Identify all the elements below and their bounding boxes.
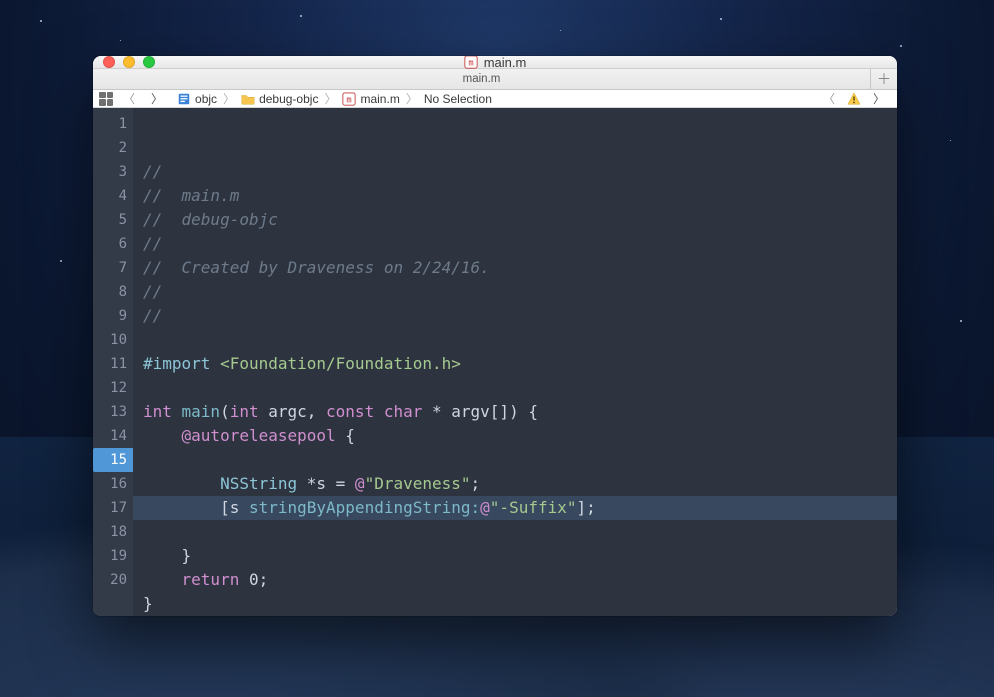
- warning-icon[interactable]: [847, 92, 861, 106]
- line-number[interactable]: 11: [93, 352, 127, 376]
- code-line[interactable]: [143, 328, 897, 352]
- crumb-file[interactable]: m main.m: [338, 92, 403, 106]
- code-line[interactable]: //: [143, 232, 897, 256]
- window-title-text: main.m: [484, 56, 527, 70]
- line-number[interactable]: 13: [93, 400, 127, 424]
- line-number[interactable]: 10: [93, 328, 127, 352]
- crumb-selection[interactable]: No Selection: [420, 92, 496, 106]
- line-number[interactable]: 17: [93, 496, 127, 520]
- line-number[interactable]: 9: [93, 304, 127, 328]
- titlebar[interactable]: m main.m: [93, 56, 897, 69]
- related-items-button[interactable]: [99, 92, 113, 106]
- code-line[interactable]: //: [143, 304, 897, 328]
- jump-bar: 〈 〉 objc 〉 debug-objc 〉 m main.m 〉: [93, 90, 897, 108]
- line-number[interactable]: 7: [93, 256, 127, 280]
- code-line[interactable]: NSString *s = @"Draveness";: [143, 472, 897, 496]
- line-number[interactable]: 5: [93, 208, 127, 232]
- code-line[interactable]: [143, 520, 897, 544]
- line-number-gutter[interactable]: 1234567891011121314151617181920: [93, 108, 133, 616]
- code-line[interactable]: // debug-objc: [143, 208, 897, 232]
- svg-text:m: m: [347, 95, 352, 105]
- code-line[interactable]: int main(int argc, const char * argv[]) …: [143, 400, 897, 424]
- history-back-button[interactable]: 〈: [117, 90, 141, 107]
- crumb-label: objc: [195, 92, 217, 106]
- m-file-icon: m: [342, 92, 356, 106]
- crumb-label: No Selection: [424, 92, 492, 106]
- line-number[interactable]: 2: [93, 136, 127, 160]
- crumb-label: main.m: [360, 92, 399, 106]
- code-line[interactable]: [s stringByAppendingString:@"-Suffix"];: [133, 496, 897, 520]
- line-number[interactable]: 20: [93, 568, 127, 592]
- breadcrumb: objc 〉 debug-objc 〉 m main.m 〉 No Select…: [173, 90, 496, 107]
- code-line[interactable]: //: [143, 160, 897, 184]
- code-line[interactable]: @autoreleasepool {: [143, 424, 897, 448]
- project-icon: [177, 92, 191, 106]
- code-line[interactable]: // Created by Draveness on 2/24/16.: [143, 256, 897, 280]
- plus-icon: ＋: [877, 69, 891, 89]
- tab-main-m[interactable]: main.m: [93, 69, 871, 89]
- crumb-separator-icon: 〉: [322, 90, 338, 107]
- line-number[interactable]: 3: [93, 160, 127, 184]
- line-number[interactable]: 4: [93, 184, 127, 208]
- code-line[interactable]: // main.m: [143, 184, 897, 208]
- issue-back-button[interactable]: 〈: [817, 90, 841, 107]
- line-number[interactable]: 15: [93, 448, 133, 472]
- code-line[interactable]: [143, 448, 897, 472]
- code-line[interactable]: return 0;: [143, 568, 897, 592]
- code-line[interactable]: }: [143, 592, 897, 616]
- new-tab-button[interactable]: ＋: [871, 69, 897, 89]
- history-forward-button[interactable]: 〉: [145, 90, 169, 107]
- line-number[interactable]: 14: [93, 424, 127, 448]
- line-number[interactable]: 19: [93, 544, 127, 568]
- tab-label: main.m: [463, 73, 501, 85]
- crumb-label: debug-objc: [259, 92, 318, 106]
- line-number[interactable]: 8: [93, 280, 127, 304]
- tab-bar: main.m ＋: [93, 69, 897, 90]
- code-editor[interactable]: 1234567891011121314151617181920 //// mai…: [93, 108, 897, 616]
- code-line[interactable]: [143, 376, 897, 400]
- svg-text:m: m: [468, 59, 473, 69]
- folder-icon: [241, 92, 255, 106]
- line-number[interactable]: 12: [93, 376, 127, 400]
- line-number[interactable]: 1: [93, 112, 127, 136]
- line-number[interactable]: 18: [93, 520, 127, 544]
- crumb-project[interactable]: objc: [173, 92, 221, 106]
- code-area[interactable]: //// main.m// debug-objc//// Created by …: [133, 108, 897, 616]
- issue-forward-button[interactable]: 〉: [867, 90, 891, 107]
- m-file-icon: m: [464, 56, 478, 69]
- code-line[interactable]: #import <Foundation/Foundation.h>: [143, 352, 897, 376]
- code-line[interactable]: //: [143, 280, 897, 304]
- editor-window: m main.m main.m ＋ 〈 〉 objc 〉: [93, 56, 897, 616]
- line-number[interactable]: 16: [93, 472, 127, 496]
- window-title: m main.m: [93, 56, 897, 70]
- crumb-separator-icon: 〉: [221, 90, 237, 107]
- crumb-separator-icon: 〉: [404, 90, 420, 107]
- crumb-folder[interactable]: debug-objc: [237, 92, 322, 106]
- code-line[interactable]: }: [143, 544, 897, 568]
- line-number[interactable]: 6: [93, 232, 127, 256]
